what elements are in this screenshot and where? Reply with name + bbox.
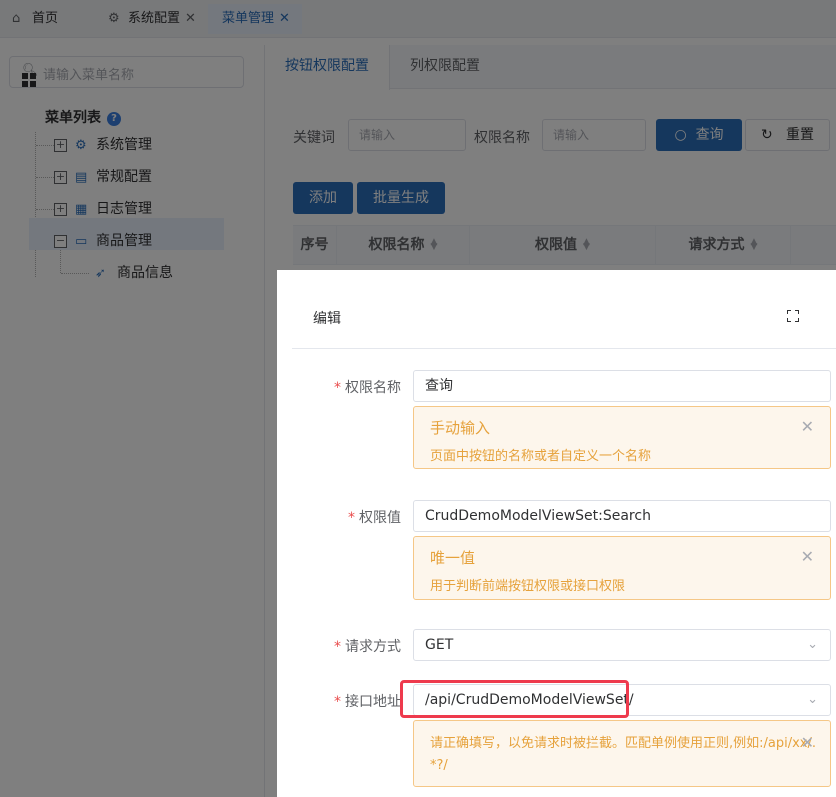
alert-description: 请正确填写，以免请求时被拦截。匹配单例使用正则,例如:/api/xx/.*?/ [430,736,817,773]
request-method-select[interactable]: GET ⌄ [413,629,831,661]
field-label-text: 权限值 [359,510,401,526]
required-mark: * [334,380,341,396]
field-label-text: 权限名称 [345,380,401,396]
chevron-down-icon: ⌄ [807,692,818,707]
required-mark: * [334,639,341,655]
alert-description: 用于判断前端按钮权限或接口权限 [430,579,626,594]
api-path-field-label: * 接口地址 [291,691,401,711]
field-value: 查询 [425,378,453,394]
perm-value-field-label: * 权限值 [291,507,401,527]
field-label-text: 接口地址 [345,694,401,710]
dialog-title: 编辑 [313,311,341,327]
dialog-divider [292,348,836,349]
field-label-text: 请求方式 [345,639,401,655]
perm-name-field[interactable]: 查询 [413,370,831,402]
hint-alert: 唯一值 用于判断前端按钮权限或接口权限 ✕ [413,536,831,600]
field-value: CrudDemoModelViewSet:Search [425,508,651,524]
hint-alert: 请正确填写，以免请求时被拦截。匹配单例使用正则,例如:/api/xx/.*?/ … [413,720,831,787]
highlight-box [400,680,629,718]
close-icon[interactable]: ✕ [801,417,814,436]
chevron-down-icon: ⌄ [807,637,818,652]
alert-title: 手动输入 [430,419,491,437]
close-icon[interactable]: ✕ [801,547,814,566]
required-mark: * [334,694,341,710]
select-value: GET [425,637,454,653]
required-mark: * [348,510,355,526]
fullscreen-icon[interactable] [787,310,799,322]
perm-value-field[interactable]: CrudDemoModelViewSet:Search [413,500,831,532]
perm-name-field-label: * 权限名称 [291,377,401,397]
request-method-field-label: * 请求方式 [291,636,401,656]
hint-alert: 手动输入 页面中按钮的名称或者自定义一个名称 ✕ [413,406,831,469]
close-icon[interactable]: ✕ [801,733,814,752]
alert-description: 页面中按钮的名称或者自定义一个名称 [430,449,652,464]
alert-title: 唯一值 [430,549,476,567]
